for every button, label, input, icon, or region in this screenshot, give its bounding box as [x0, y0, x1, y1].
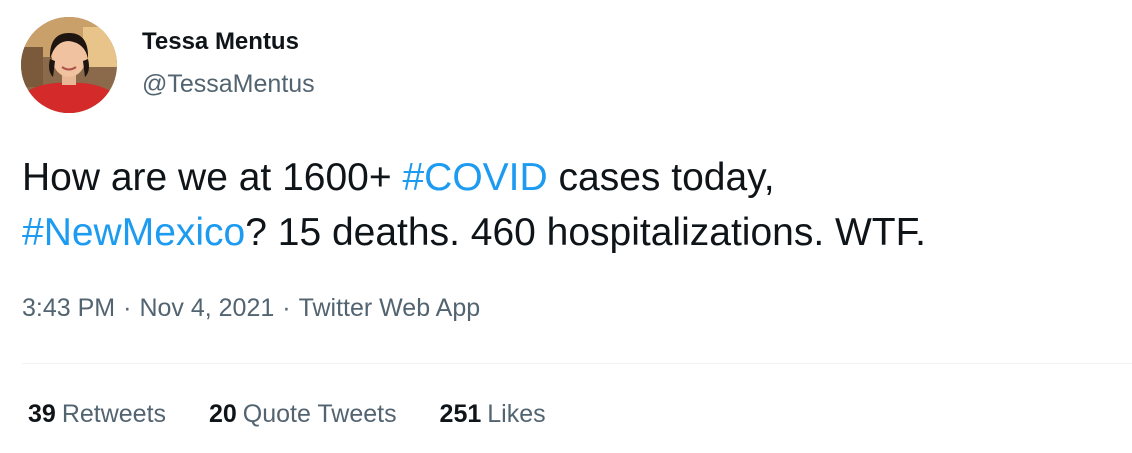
likes-label: Likes: [487, 400, 546, 428]
author-name[interactable]: Tessa Mentus: [142, 28, 299, 56]
tweet-text-segment: ? 15 deaths. 460 hospitalizations. WTF.: [245, 211, 926, 254]
avatar[interactable]: [21, 17, 117, 113]
tweet-text-line-2: #NewMexico? 15 deaths. 460 hospitalizati…: [22, 205, 1112, 260]
hashtag-covid-link[interactable]: #COVID: [402, 156, 547, 199]
tweet-text-segment: How are we at 1600+: [22, 156, 403, 199]
tweet-date[interactable]: Nov 4, 2021: [139, 294, 274, 322]
tweet-time[interactable]: 3:43 PM: [22, 294, 115, 322]
hashtag-newmexico-link[interactable]: #NewMexico: [22, 211, 245, 254]
author-handle[interactable]: @TessaMentus: [142, 70, 315, 99]
tweet-source-link[interactable]: Twitter Web App: [299, 294, 481, 322]
retweets-label: Retweets: [61, 400, 167, 428]
quote-tweets-count: 20: [208, 400, 237, 428]
divider: [22, 363, 1132, 364]
likes-stat[interactable]: 251 Likes: [440, 400, 546, 429]
tweet-text: How are we at 1600+ #COVID cases today, …: [22, 150, 1112, 260]
tweet-card: Tessa Mentus @TessaMentus How are we at …: [0, 0, 1132, 453]
quote-tweets-stat[interactable]: 20 Quote Tweets: [209, 400, 397, 429]
retweets-count: 39: [28, 400, 56, 428]
avatar-image: [21, 17, 117, 113]
quote-tweets-label: Quote Tweets: [242, 400, 397, 428]
meta-separator: ·: [123, 294, 132, 322]
likes-count: 251: [439, 400, 482, 428]
meta-separator: ·: [282, 294, 291, 322]
tweet-text-segment: cases today,: [547, 156, 775, 199]
tweet-stats: 39 Retweets 20 Quote Tweets 251 Likes: [28, 400, 582, 429]
retweets-stat[interactable]: 39 Retweets: [28, 400, 166, 429]
tweet-meta: 3:43 PM · Nov 4, 2021 · Twitter Web App: [22, 294, 480, 323]
tweet-text-line-1: How are we at 1600+ #COVID cases today,: [22, 150, 1112, 205]
